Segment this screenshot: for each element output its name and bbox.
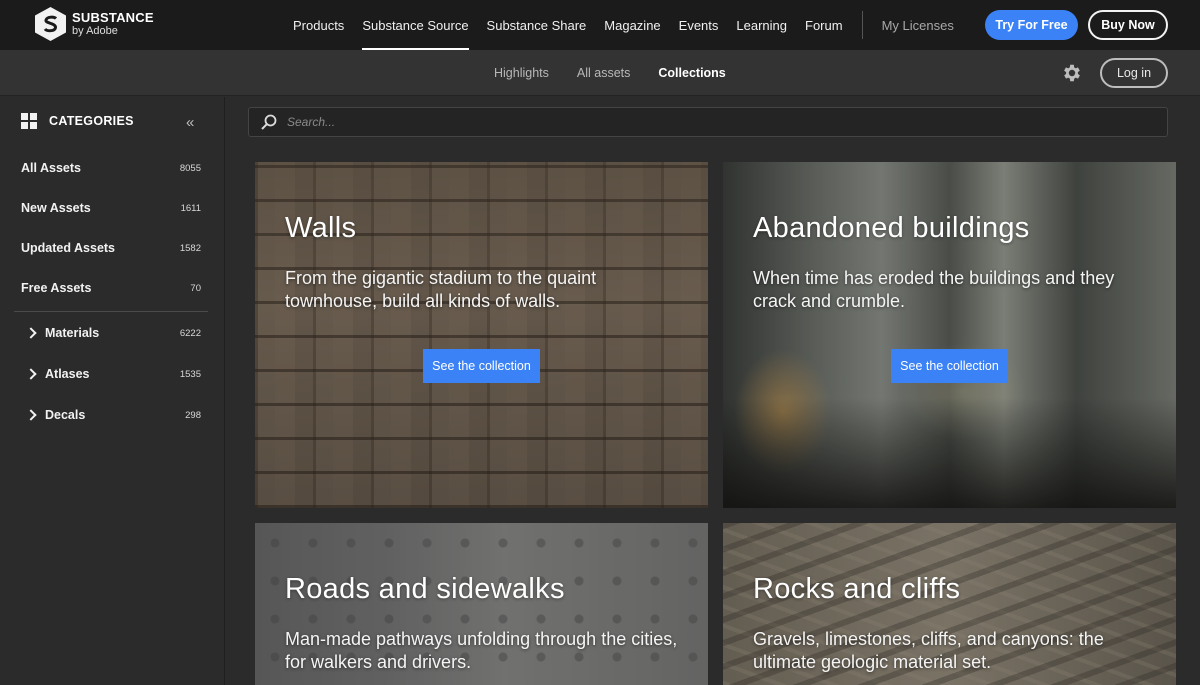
nav-divider — [861, 11, 863, 39]
chevron-right-icon[interactable] — [25, 409, 37, 421]
collection-card-walls[interactable]: Walls From the gigantic stadium to the q… — [255, 162, 708, 508]
sidebar-item-label: Atlases — [45, 367, 90, 381]
sidebar-item-label: Updated Assets — [21, 241, 116, 255]
sidebar-item-count: 70 — [190, 282, 201, 294]
sidebar-divider — [14, 311, 208, 312]
gear-icon[interactable] — [1061, 62, 1083, 84]
sidebar-item-count: 1535 — [179, 368, 201, 380]
categories-title: CATEGORIES — [49, 114, 134, 128]
categories-sidebar: CATEGORIES « All Assets 8055 New Assets … — [0, 97, 225, 685]
search-input[interactable] — [287, 115, 1087, 129]
nav-learning[interactable]: Learning — [727, 0, 796, 50]
grid-icon — [21, 113, 37, 129]
nav-my-licenses[interactable]: My Licenses — [873, 0, 963, 50]
see-collection-button[interactable]: See the collection — [423, 349, 540, 383]
buy-now-button[interactable]: Buy Now — [1088, 10, 1168, 40]
collection-title: Walls — [285, 212, 357, 244]
sidebar-item-new-assets[interactable]: New Assets 1611 — [21, 201, 201, 215]
tab-highlights[interactable]: Highlights — [494, 66, 549, 80]
collapse-sidebar-icon[interactable]: « — [186, 114, 194, 131]
nav-substance-source[interactable]: Substance Source — [353, 0, 477, 50]
collection-description: When time has eroded the buildings and t… — [753, 268, 1115, 311]
tab-all-assets[interactable]: All assets — [577, 66, 631, 80]
collections-content: Walls From the gigantic stadium to the q… — [226, 97, 1200, 685]
search-bar — [248, 107, 1168, 137]
nav-magazine[interactable]: Magazine — [595, 0, 669, 50]
categories-header: CATEGORIES — [21, 113, 134, 129]
sidebar-item-free-assets[interactable]: Free Assets 70 — [21, 281, 201, 295]
sidebar-item-decals[interactable]: Decals 298 — [25, 408, 201, 422]
collection-description: Man-made pathways unfolding through the … — [285, 629, 678, 672]
sidebar-item-atlases[interactable]: Atlases 1535 — [25, 367, 201, 381]
collection-card-abandoned-buildings[interactable]: Abandoned buildings When time has eroded… — [723, 162, 1176, 508]
chevron-right-icon[interactable] — [25, 327, 37, 339]
collection-card-rocks-and-cliffs[interactable]: Rocks and cliffs Gravels, limestones, cl… — [723, 523, 1176, 685]
sidebar-item-updated-assets[interactable]: Updated Assets 1582 — [21, 241, 201, 255]
tab-collections[interactable]: Collections — [658, 66, 725, 80]
sidebar-item-label: All Assets — [21, 161, 81, 175]
brand-byline: by Adobe — [72, 25, 118, 37]
source-tabs: Highlights All assets Collections — [494, 50, 754, 96]
sidebar-item-materials[interactable]: Materials 6222 — [25, 326, 201, 340]
nav-substance-share[interactable]: Substance Share — [478, 0, 596, 50]
main-nav: Products Substance Source Substance Shar… — [284, 0, 963, 50]
sidebar-item-count: 298 — [185, 409, 201, 421]
nav-events[interactable]: Events — [670, 0, 728, 50]
collection-description: From the gigantic stadium to the quaint … — [285, 268, 597, 311]
sidebar-item-label: Materials — [45, 326, 100, 340]
sidebar-item-count: 1582 — [179, 242, 201, 254]
sidebar-item-count: 8055 — [179, 162, 201, 174]
chevron-right-icon[interactable] — [25, 368, 37, 380]
nav-products[interactable]: Products — [284, 0, 353, 50]
log-in-button[interactable]: Log in — [1100, 58, 1168, 88]
sidebar-item-label: Decals — [45, 408, 86, 422]
brand-name: SUBSTANCE — [72, 10, 154, 25]
sidebar-item-count: 1611 — [180, 202, 201, 214]
sidebar-item-label: Free Assets — [21, 281, 92, 295]
substance-logo[interactable]: SUBSTANCE by Adobe — [35, 4, 154, 44]
collection-title: Roads and sidewalks — [285, 573, 565, 605]
collection-description: Gravels, limestones, cliffs, and canyons… — [753, 629, 1104, 672]
collection-title: Abandoned buildings — [753, 212, 1030, 244]
sidebar-item-label: New Assets — [21, 201, 91, 215]
try-for-free-button[interactable]: Try For Free — [985, 10, 1078, 40]
search-icon — [260, 113, 278, 131]
nav-forum[interactable]: Forum — [796, 0, 852, 50]
sidebar-item-count: 6222 — [179, 327, 201, 339]
collection-title: Rocks and cliffs — [753, 573, 961, 605]
top-navigation-bar: SUBSTANCE by Adobe Products Substance So… — [0, 0, 1200, 50]
substance-logo-icon — [35, 7, 66, 41]
collection-card-roads-and-sidewalks[interactable]: Roads and sidewalks Man-made pathways un… — [255, 523, 708, 685]
sub-navigation-bar: Highlights All assets Collections — [0, 50, 1200, 96]
see-collection-button[interactable]: See the collection — [891, 349, 1008, 383]
sidebar-item-all-assets[interactable]: All Assets 8055 — [21, 161, 201, 175]
